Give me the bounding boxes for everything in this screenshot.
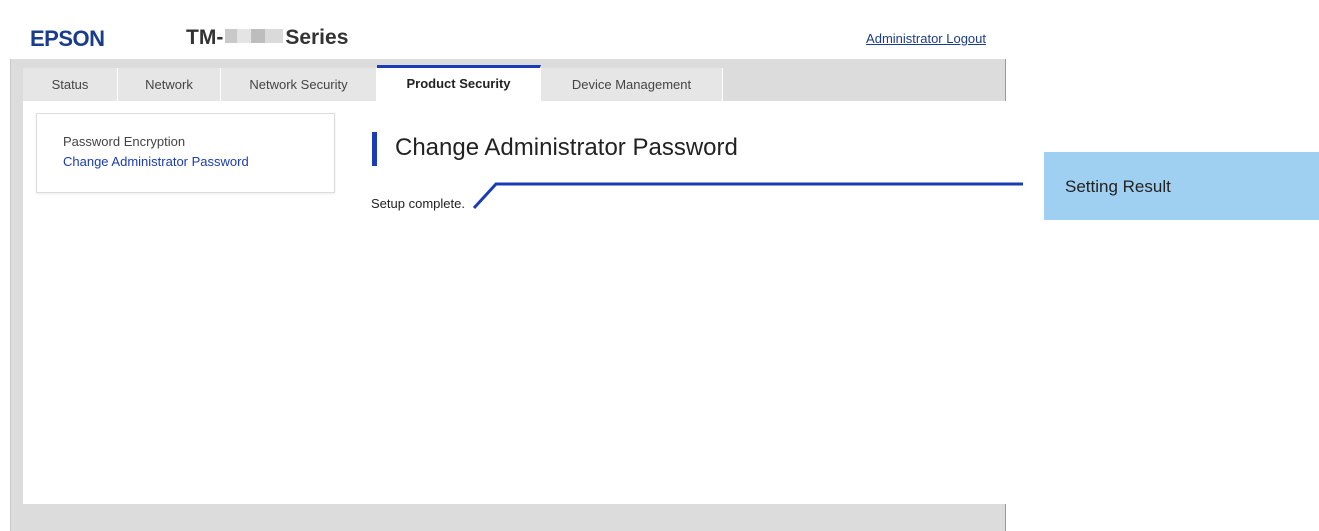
- redacted-model-number: [225, 29, 284, 44]
- model-name: TM- Series: [186, 26, 348, 50]
- sidebar-item-password-encryption[interactable]: Password Encryption: [63, 134, 185, 149]
- title-accent-bar: [372, 132, 377, 166]
- setting-result-text: Setup complete.: [371, 196, 465, 211]
- callout-label: Setting Result: [1065, 177, 1171, 196]
- browser-page: EPSON TM- Series Administrator Logout Sta…: [10, 0, 1006, 531]
- sidebar-item-change-administrator-password[interactable]: Change Administrator Password: [63, 154, 249, 169]
- tab-device-management[interactable]: Device Management: [541, 68, 723, 101]
- header: EPSON TM- Series Administrator Logout: [10, 0, 1006, 58]
- administrator-logout-link[interactable]: Administrator Logout: [866, 31, 986, 46]
- tab-network[interactable]: Network: [118, 68, 221, 101]
- tab-bar: Status Network Network Security Product …: [23, 65, 723, 101]
- callout-box: Setting Result: [1044, 152, 1319, 220]
- brand-logo: EPSON: [30, 26, 105, 51]
- tab-status[interactable]: Status: [23, 68, 118, 101]
- side-menu: Password Encryption Change Administrator…: [36, 113, 335, 193]
- page-title: Change Administrator Password: [395, 134, 738, 161]
- tab-product-security[interactable]: Product Security: [377, 65, 541, 101]
- model-prefix: TM-: [186, 26, 224, 49]
- main-panel: Status Network Network Security Product …: [10, 59, 1006, 531]
- content-area: Password Encryption Change Administrator…: [23, 101, 1006, 504]
- model-suffix: Series: [285, 26, 349, 49]
- tab-network-security[interactable]: Network Security: [221, 68, 377, 101]
